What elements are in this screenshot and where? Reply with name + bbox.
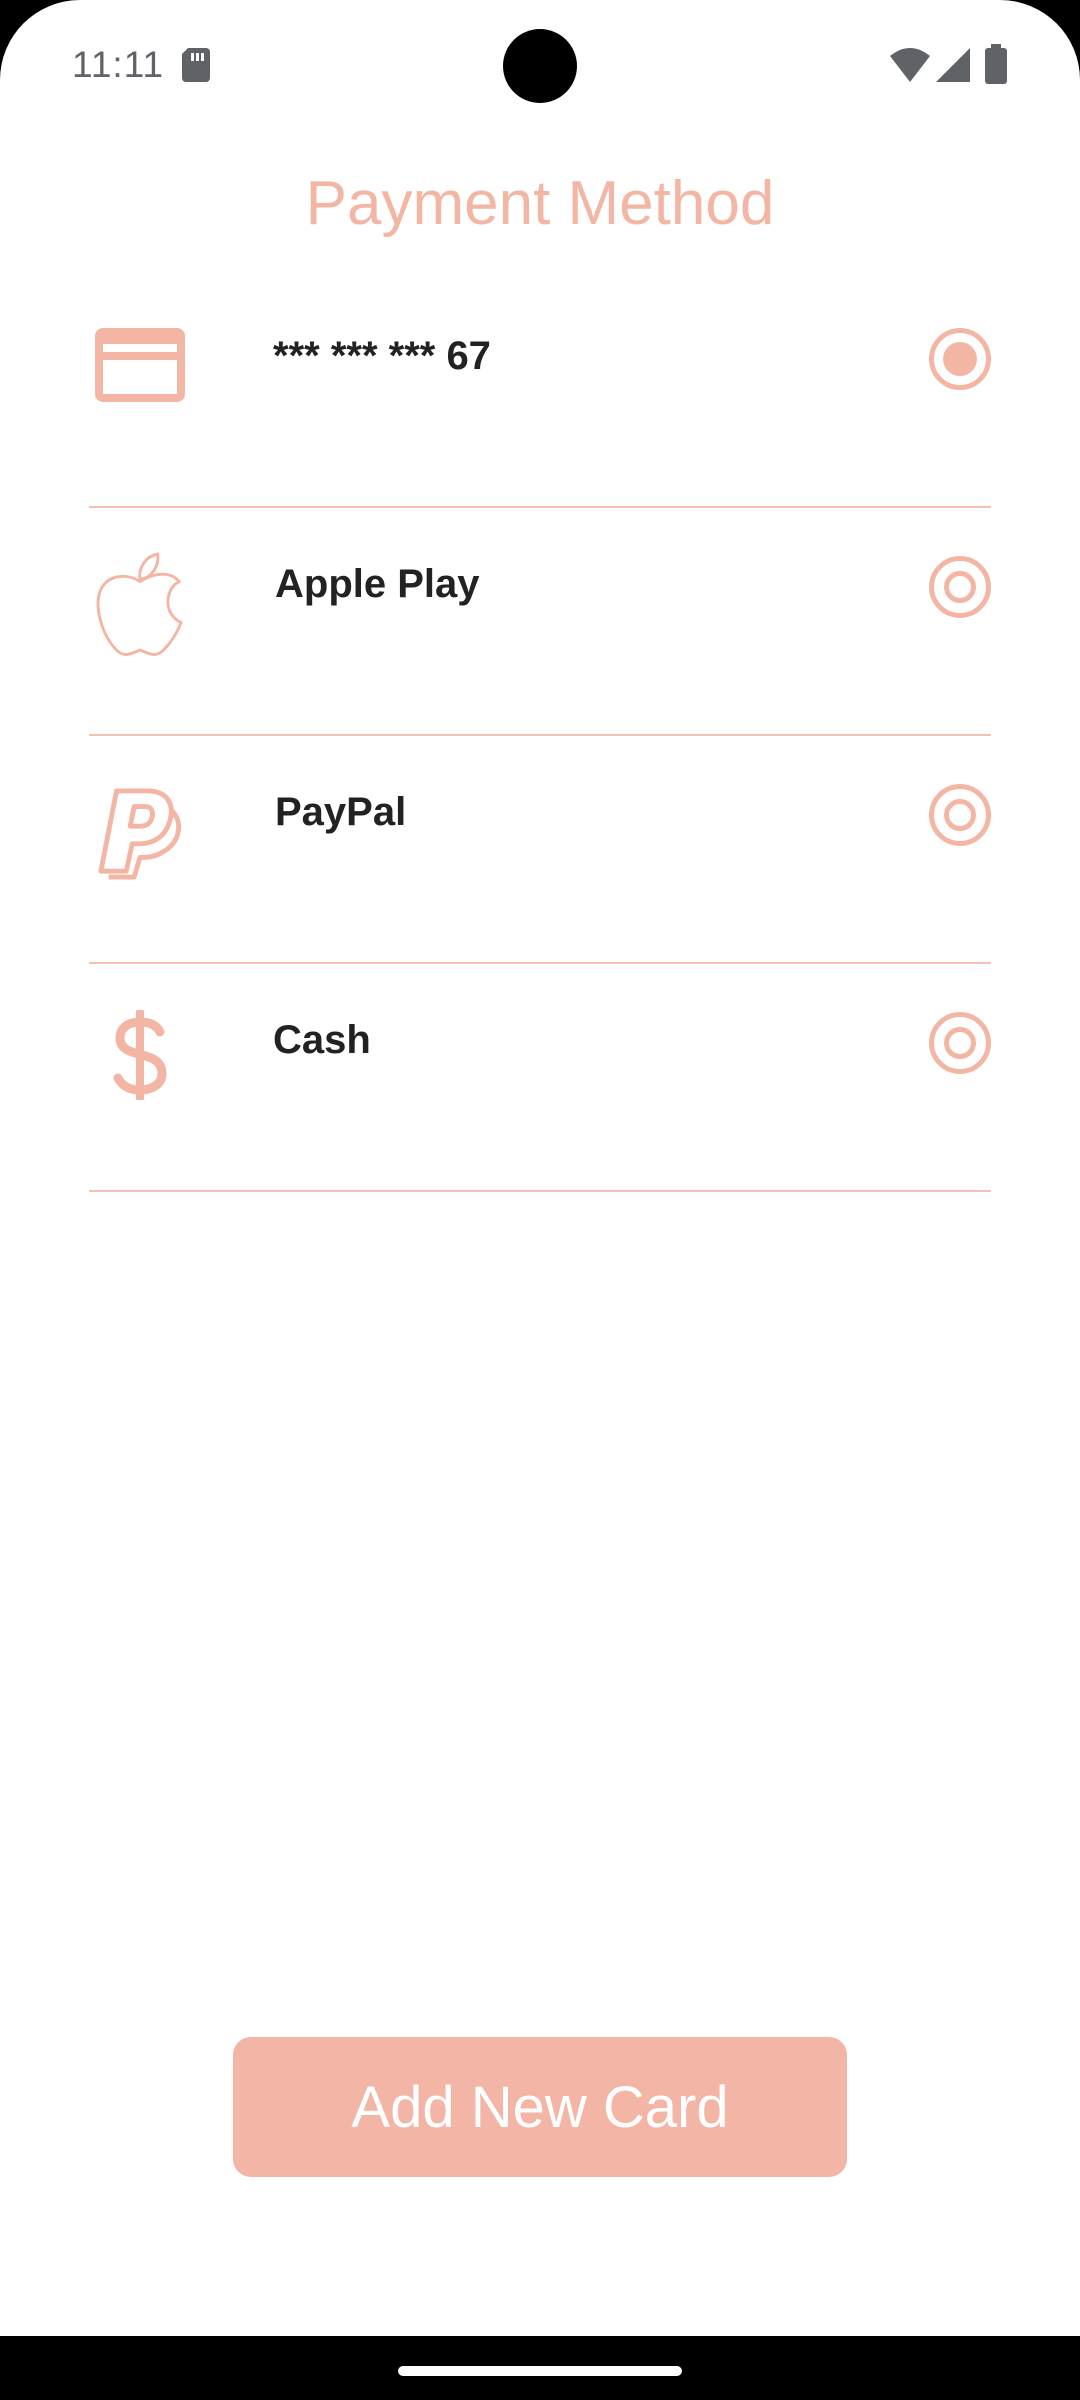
payment-option-label: Cash bbox=[273, 1018, 371, 1062]
payment-methods-list: *** *** *** 67 Apple Play PayPal Cash bbox=[89, 282, 991, 1192]
add-new-card-button[interactable]: Add New Card bbox=[233, 2037, 847, 2177]
payment-option-card[interactable]: *** *** *** 67 bbox=[89, 282, 991, 508]
camera-cutout bbox=[503, 29, 577, 103]
battery-icon bbox=[985, 44, 1007, 89]
payment-option-cash[interactable]: Cash bbox=[89, 966, 991, 1192]
paypal-icon bbox=[95, 788, 185, 880]
payment-option-label: PayPal bbox=[275, 790, 407, 834]
radio-dot bbox=[943, 342, 977, 376]
radio-unselected[interactable] bbox=[929, 784, 991, 846]
page-title: Payment Method bbox=[305, 169, 775, 238]
radio-dot bbox=[944, 1027, 976, 1059]
radio-dot bbox=[944, 571, 976, 603]
radio-unselected[interactable] bbox=[929, 556, 991, 618]
radio-unselected[interactable] bbox=[929, 1012, 991, 1074]
payment-option-paypal[interactable]: PayPal bbox=[89, 738, 991, 964]
wifi-icon bbox=[890, 48, 930, 87]
apple-icon bbox=[95, 552, 185, 656]
sd-card-icon bbox=[182, 48, 210, 87]
radio-dot bbox=[944, 799, 976, 831]
status-bar: 11:11 bbox=[0, 0, 1080, 132]
radio-selected[interactable] bbox=[929, 328, 991, 390]
dollar-icon bbox=[95, 1010, 185, 1100]
status-time: 11:11 bbox=[72, 44, 165, 85]
credit-card-icon bbox=[95, 320, 185, 410]
signal-icon bbox=[936, 48, 970, 87]
payment-option-label: *** *** *** 67 bbox=[273, 334, 491, 378]
payment-option-apple[interactable]: Apple Play bbox=[89, 510, 991, 736]
app-screen: 11:11 Payment Method *** *** *** 67 Appl… bbox=[0, 0, 1080, 2336]
home-indicator[interactable] bbox=[398, 2366, 682, 2376]
payment-option-label: Apple Play bbox=[275, 562, 480, 606]
